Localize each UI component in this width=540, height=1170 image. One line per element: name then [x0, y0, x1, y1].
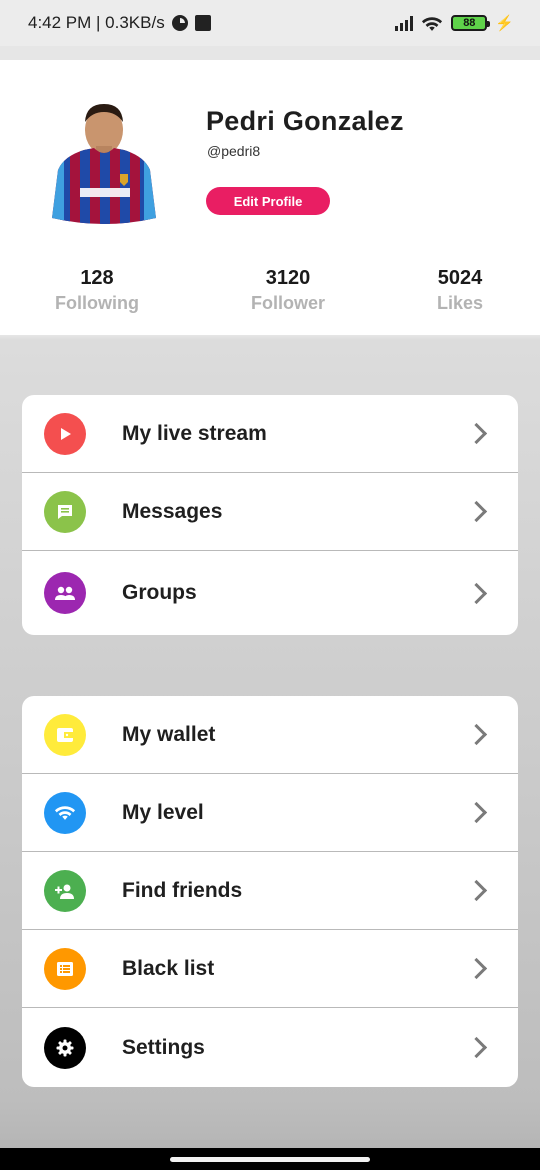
stat-label: Following — [55, 293, 139, 313]
stat-value: 128 — [80, 267, 114, 289]
stat-label: Likes — [436, 293, 484, 313]
wifi-icon — [422, 16, 443, 31]
chevron-right-icon — [465, 957, 488, 980]
menu-item-settings[interactable]: Settings — [22, 1008, 518, 1087]
chevron-right-icon — [465, 582, 488, 604]
menu-item-wallet[interactable]: My wallet — [22, 696, 518, 774]
avatar[interactable] — [50, 100, 158, 226]
menu-item-label: My wallet — [122, 722, 216, 746]
stat-following[interactable]: 128 Following — [27, 267, 167, 314]
play-icon — [44, 412, 86, 455]
chevron-right-icon — [465, 422, 488, 445]
menu-card-account: My wallet My level Find friends Black li… — [22, 696, 518, 1087]
message-icon — [44, 490, 86, 533]
stat-likes[interactable]: 5024 Likes — [390, 267, 530, 314]
gear-icon — [44, 1026, 86, 1069]
stat-value: 5024 — [437, 267, 483, 289]
chevron-right-icon — [465, 500, 488, 523]
add-person-icon — [44, 869, 86, 912]
menu-item-live-stream[interactable]: My live stream — [22, 395, 518, 473]
profile-name: Pedri Gonzalez — [206, 106, 404, 136]
status-time: 4:42 PM | 0.3KB/s — [28, 13, 165, 32]
edit-profile-button[interactable]: Edit Profile — [206, 187, 330, 215]
stat-value: 3120 — [265, 267, 311, 289]
stat-label: Follower — [250, 293, 325, 313]
square-notification-icon — [194, 15, 211, 31]
menu-item-messages[interactable]: Messages — [22, 473, 518, 551]
wallet-icon — [44, 713, 86, 756]
menu-item-find-friends[interactable]: Find friends — [22, 852, 518, 930]
system-nav-bar — [0, 1148, 540, 1170]
menu-item-label: Messages — [122, 499, 223, 523]
battery-icon: 88 — [451, 15, 491, 31]
chevron-right-icon — [465, 723, 488, 746]
stat-follower[interactable]: 3120 Follower — [218, 267, 358, 314]
menu-item-label: Groups — [122, 581, 197, 604]
menu-card-media: My live stream Messages Groups — [22, 395, 518, 635]
status-bar: 4:42 PM | 0.3KB/s 88 ⚡ — [0, 0, 540, 46]
charging-bolt-icon: ⚡ — [495, 15, 514, 32]
menu-item-label: My level — [122, 800, 204, 824]
menu-item-label: Find friends — [122, 878, 243, 902]
chevron-right-icon — [465, 879, 488, 902]
status-right: 88 ⚡ — [395, 14, 514, 32]
profile-handle: @pedri8 — [207, 143, 261, 159]
list-icon — [44, 947, 86, 990]
menu-item-label: Black list — [122, 956, 215, 980]
menu-item-level[interactable]: My level — [22, 774, 518, 852]
menu-item-label: My live stream — [122, 421, 267, 445]
menu-item-groups[interactable]: Groups — [22, 551, 518, 635]
profile-header: Pedri Gonzalez @pedri8 Edit Profile 128 … — [0, 60, 540, 335]
wifi-icon — [44, 791, 86, 834]
status-left: 4:42 PM | 0.3KB/s — [28, 13, 211, 33]
menu-item-black-list[interactable]: Black list — [22, 930, 518, 1008]
chevron-right-icon — [465, 1036, 488, 1059]
group-icon — [44, 572, 86, 614]
data-usage-icon — [171, 15, 188, 31]
home-gesture-pill[interactable] — [170, 1157, 370, 1162]
chevron-right-icon — [465, 801, 488, 824]
menu-item-label: Settings — [122, 1035, 205, 1059]
signal-bars-icon — [395, 15, 414, 31]
